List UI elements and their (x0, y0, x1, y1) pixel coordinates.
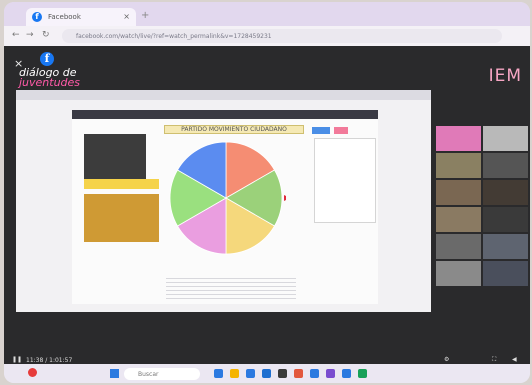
search-placeholder: Buscar (138, 371, 159, 378)
settings-gear-icon[interactable]: ⚙ (444, 356, 449, 363)
volume-icon[interactable]: ◀ (512, 356, 517, 363)
spin-button[interactable] (312, 127, 330, 134)
taskbar-app-icon[interactable] (214, 369, 223, 378)
tab-title: Facebook (48, 13, 81, 21)
participant-tile[interactable] (483, 153, 528, 178)
windows-start-icon[interactable] (110, 369, 119, 378)
taskbar-app-icon[interactable] (326, 369, 335, 378)
reset-button[interactable] (334, 127, 348, 134)
playback-time: 11:38 / 1:01:57 (26, 357, 73, 364)
participant-tile[interactable] (483, 126, 528, 151)
participant-tile[interactable] (436, 153, 481, 178)
iem-logo: IEM (488, 66, 522, 86)
taskbar-search-input[interactable]: Buscar (124, 368, 200, 380)
taskbar-app-icon[interactable] (342, 369, 351, 378)
facebook-favicon-icon: f (32, 12, 42, 22)
shared-screen-toolbar (16, 90, 431, 100)
weather-icon[interactable] (28, 368, 37, 377)
video-viewer: × f diálogo de juventudes IEM PARTIDO MO… (4, 46, 530, 364)
monitor-frame: f Facebook × + ← → ↻ facebook.com/watch/… (4, 2, 530, 383)
names-list[interactable] (314, 138, 376, 223)
fullscreen-icon[interactable]: ⛶ (492, 356, 496, 364)
participant-tile[interactable] (436, 126, 481, 151)
taskbar-app-icon[interactable] (246, 369, 255, 378)
participant-tile[interactable] (483, 207, 528, 232)
participant-tile[interactable] (483, 234, 528, 259)
stream-brand-logo: diálogo de juventudes (19, 67, 81, 89)
facebook-logo-icon[interactable]: f (40, 52, 54, 66)
participant-tile[interactable] (436, 234, 481, 259)
taskbar-app-icon[interactable] (358, 369, 367, 378)
participant-tiles (436, 126, 528, 286)
participant-tile[interactable] (436, 180, 481, 205)
back-arrow-icon[interactable]: ← (12, 30, 20, 40)
browser-tab-facebook[interactable]: f Facebook × (26, 8, 136, 26)
tab-close-icon[interactable]: × (123, 12, 130, 21)
forward-arrow-icon[interactable]: → (26, 30, 34, 40)
new-tab-button[interactable]: + (141, 10, 149, 21)
taskbar-app-icon[interactable] (262, 369, 271, 378)
shared-screen: PARTIDO MOVIMIENTO CIUDADANO (16, 90, 431, 312)
reload-icon[interactable]: ↻ (42, 30, 50, 40)
webpage-header-bar (72, 110, 378, 119)
participant-tile[interactable] (436, 207, 481, 232)
yellow-banner (84, 179, 159, 189)
brand-line-2: juventudes (19, 76, 81, 89)
taskbar-app-icon[interactable] (294, 369, 303, 378)
browser-nav-bar: ← → ↻ facebook.com/watch/live/?ref=watch… (4, 26, 530, 46)
browser-tab-strip: f Facebook × + (4, 2, 530, 26)
windows-taskbar: Buscar (4, 364, 530, 383)
participant-tile[interactable] (483, 180, 528, 205)
url-text: facebook.com/watch/live/?ref=watch_perma… (76, 33, 272, 40)
address-bar[interactable]: facebook.com/watch/live/?ref=watch_perma… (62, 29, 502, 43)
taskbar-app-icon[interactable] (230, 369, 239, 378)
participant-tile[interactable] (483, 261, 528, 286)
taskbar-app-icon[interactable] (310, 369, 319, 378)
wheel-title: PARTIDO MOVIMIENTO CIUDADANO (164, 125, 304, 134)
taskbar-app-icon[interactable] (278, 369, 287, 378)
description-text-block (166, 276, 296, 302)
participant-tile[interactable] (436, 261, 481, 286)
spinner-wheel[interactable] (166, 138, 286, 258)
photo-thumbnail (84, 134, 146, 179)
wheel-pointer-icon (284, 195, 286, 201)
colorful-image (84, 194, 159, 242)
pause-icon[interactable]: ❚❚ (12, 356, 22, 363)
